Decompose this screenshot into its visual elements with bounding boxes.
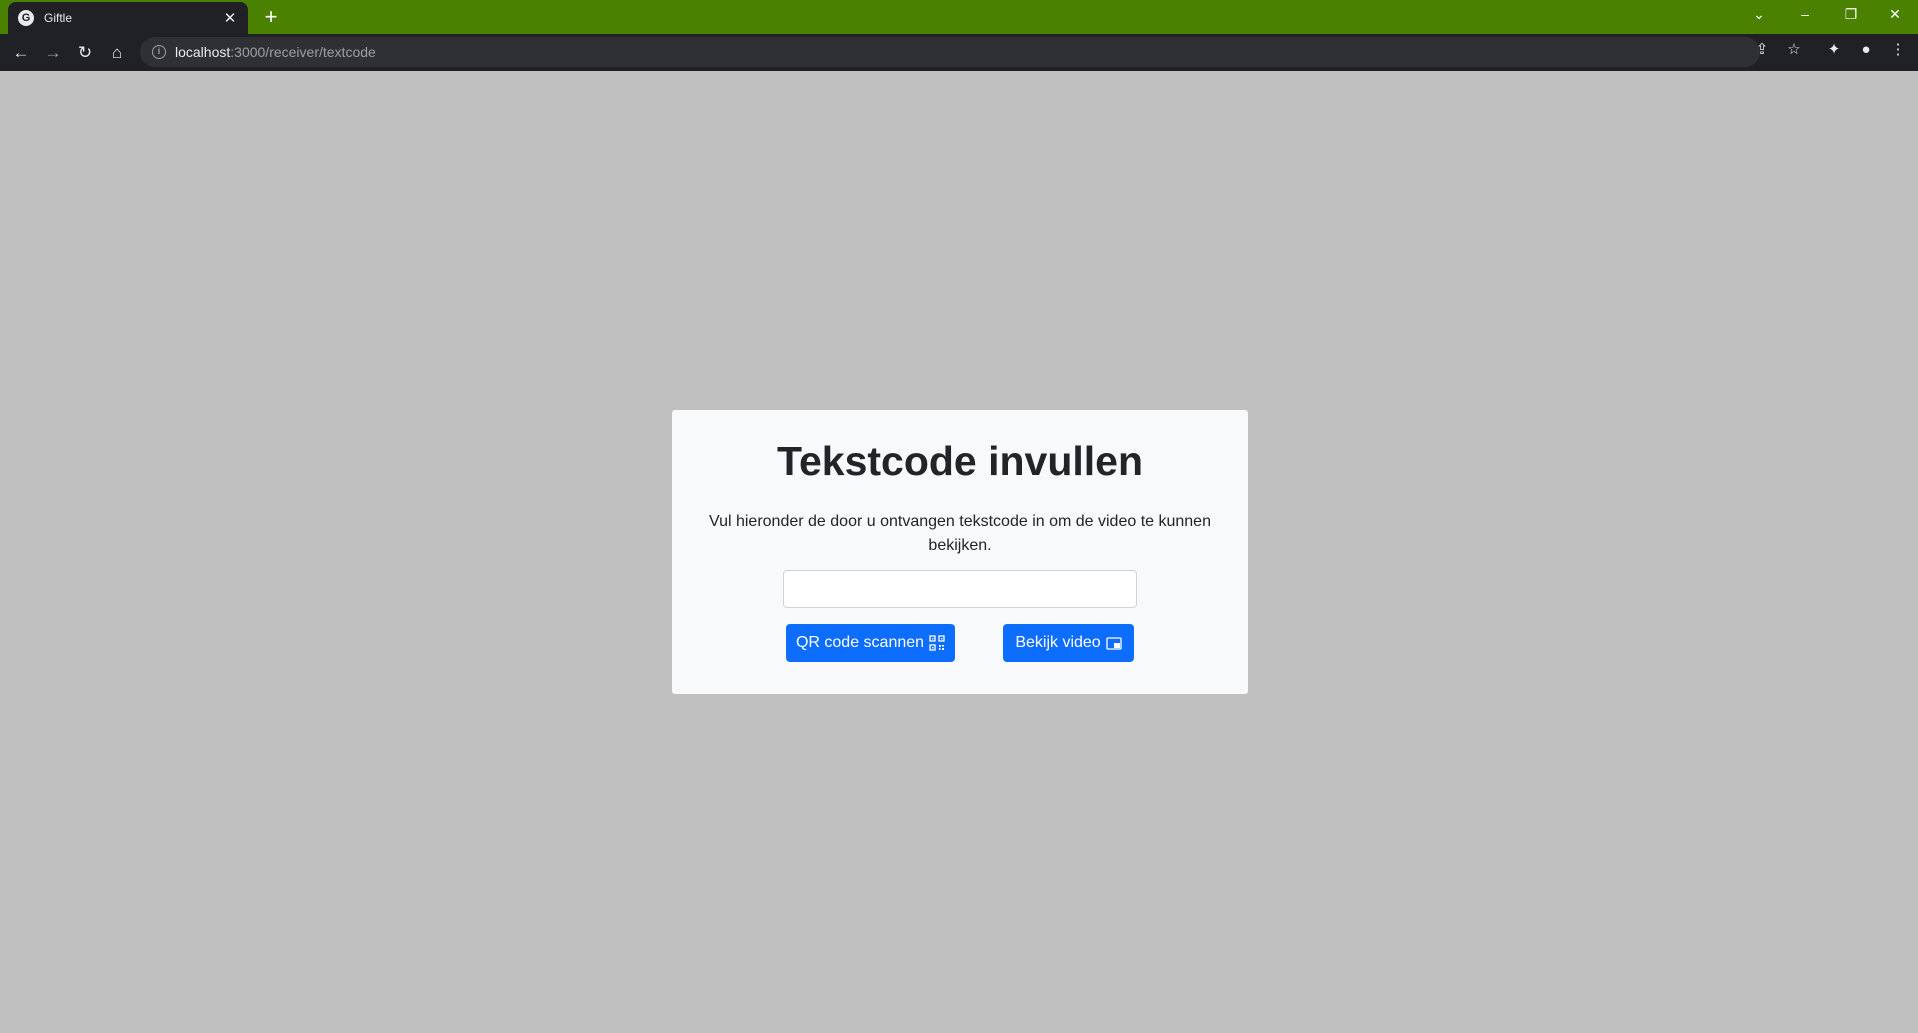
qr-code-icon xyxy=(929,635,945,651)
scan-qr-button-label: QR code scannen xyxy=(795,634,925,651)
minimize-icon[interactable]: – xyxy=(1782,0,1828,28)
new-tab-icon[interactable]: + xyxy=(258,4,284,30)
tab-close-icon[interactable]: ✕ xyxy=(222,9,238,27)
button-row: QR code scannen Bekijk video xyxy=(672,624,1248,662)
forward-icon[interactable]: → xyxy=(41,41,65,65)
site-info-icon[interactable]: i xyxy=(152,45,166,59)
view-video-button-label: Bekijk video xyxy=(1015,634,1101,651)
instruction-text: Vul hieronder de door u ontvangen tekstc… xyxy=(709,513,1211,554)
browser-tabstrip: G Giftle ✕ + ⌄ – ❐ ✕ xyxy=(0,0,1918,34)
page-viewport: Tekstcode invullen Vul hieronder de door… xyxy=(0,71,1918,1033)
extensions-icon[interactable]: ✦ xyxy=(1822,38,1846,62)
share-icon[interactable]: ⇪ xyxy=(1750,38,1774,62)
back-icon[interactable]: ← xyxy=(9,41,33,65)
window-close-icon[interactable]: ✕ xyxy=(1872,0,1918,28)
home-icon[interactable]: ⌂ xyxy=(105,41,129,65)
view-video-button[interactable]: Bekijk video xyxy=(1003,624,1134,662)
textcode-input[interactable] xyxy=(783,570,1137,608)
tab-search-icon[interactable]: ⌄ xyxy=(1736,0,1782,28)
browser-menu-icon[interactable]: ⋮ xyxy=(1886,38,1910,62)
restore-icon[interactable]: ❐ xyxy=(1828,0,1874,28)
giftle-favicon-icon: G xyxy=(18,10,34,26)
profile-icon[interactable]: ● xyxy=(1854,38,1878,62)
textcode-card: Tekstcode invullen Vul hieronder de door… xyxy=(672,410,1248,694)
picture-in-picture-icon xyxy=(1106,635,1122,651)
url-host: localhost xyxy=(175,44,231,60)
url-path: :3000/receiver/textcode xyxy=(230,44,376,60)
browser-tab[interactable]: G Giftle ✕ xyxy=(8,2,248,34)
scan-qr-button[interactable]: QR code scannen xyxy=(786,624,955,662)
tab-title: Giftle xyxy=(44,11,73,25)
bookmark-star-icon[interactable]: ☆ xyxy=(1782,38,1806,62)
reload-icon[interactable]: ↻ xyxy=(73,41,97,65)
page-title: Tekstcode invullen xyxy=(776,438,1144,484)
browser-toolbar: ← → ↻ ⌂ i localhost :3000/receiver/textc… xyxy=(0,34,1918,71)
address-bar[interactable]: i localhost :3000/receiver/textcode xyxy=(140,37,1760,67)
